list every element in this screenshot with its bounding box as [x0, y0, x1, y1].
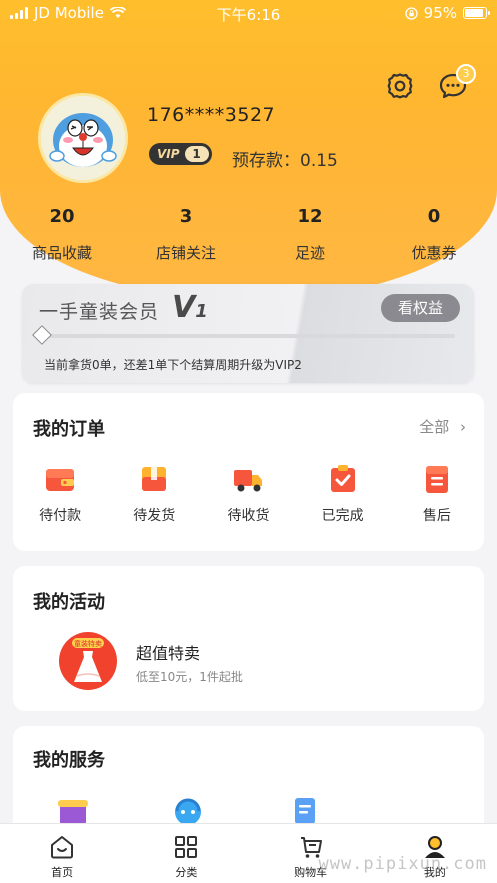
dress-icon: 童装特卖	[72, 638, 104, 682]
deposit-balance: 预存款：0.15	[232, 151, 338, 171]
activity-title[interactable]: 超值特卖	[136, 640, 200, 664]
stat-footprints[interactable]: 12 足迹	[248, 206, 372, 263]
stat-value: 0	[427, 206, 441, 227]
user-stats: 20 商品收藏 3 店铺关注 12 足迹 0 优惠券	[0, 206, 497, 263]
battery-icon	[463, 7, 490, 19]
user-phone: 176****3527	[147, 104, 276, 126]
truck-icon	[234, 470, 263, 492]
package-icon	[142, 467, 167, 491]
category-icon	[175, 836, 198, 858]
order-after-sales[interactable]: 售后	[390, 463, 484, 525]
activity-subtitle: 低至10元，1件起批	[136, 670, 243, 684]
order-pending-receipt[interactable]: 待收货	[201, 463, 295, 525]
order-pending-payment[interactable]: 待付款	[13, 463, 107, 525]
membership-level-number: 1	[195, 301, 208, 322]
order-status-row: 待付款 待发货 待收货 已完成 售后	[13, 463, 484, 525]
order-label: 已完成	[321, 508, 364, 524]
services-title: 我的服务	[33, 750, 105, 771]
chevron-right-icon: ›	[460, 418, 466, 436]
settings-gear-icon[interactable]	[384, 70, 416, 102]
stat-followed-shops[interactable]: 3 店铺关注	[124, 206, 248, 263]
membership-progress-note: 当前拿货0单，还差1单下个结算周期升级为VIP2	[44, 358, 302, 372]
activities-title: 我的活动	[33, 592, 105, 613]
nav-label: 分类	[175, 866, 198, 879]
membership-progress-track	[40, 334, 455, 338]
membership-card[interactable]: 一手童装会员 V1 看权益 当前拿货0单，还差1单下个结算周期升级为VIP2	[22, 284, 474, 383]
order-pending-shipment[interactable]: 待发货	[107, 463, 201, 525]
vip-level-tag: VIP 1	[149, 143, 212, 165]
stat-value: 3	[179, 206, 193, 227]
vip-label: VIP	[157, 147, 180, 161]
order-label: 售后	[422, 508, 451, 524]
status-right: 95%	[405, 4, 490, 22]
special-sale-icon[interactable]: 童装特卖	[59, 632, 117, 690]
membership-title: 一手童装会员	[39, 301, 160, 323]
stat-label: 优惠券	[411, 244, 457, 262]
special-sale-badge-text: 童装特卖	[74, 639, 102, 648]
view-rights-button[interactable]: 看权益	[381, 294, 460, 322]
customer-service-icon[interactable]	[170, 794, 206, 824]
orders-all-link[interactable]: 全部 ›	[419, 416, 466, 437]
watermark: www.pipixun.com	[318, 854, 487, 874]
stat-favorites[interactable]: 20 商品收藏	[0, 206, 124, 263]
nav-category[interactable]: 分类	[124, 824, 248, 883]
membership-level-prefix: V	[172, 290, 196, 325]
nav-home[interactable]: 首页	[0, 824, 124, 883]
nav-label: 首页	[51, 866, 74, 879]
stat-value: 12	[297, 206, 323, 227]
stat-label: 足迹	[294, 244, 325, 262]
message-count-badge: 3	[456, 64, 476, 84]
vip-level-number: 1	[184, 146, 209, 162]
home-icon	[51, 836, 74, 859]
cartoon-cat-avatar-image	[41, 96, 125, 180]
orders-all-label: 全部	[419, 418, 450, 436]
receipt-icon	[425, 466, 448, 493]
order-label: 待付款	[39, 508, 82, 524]
stat-label: 店铺关注	[155, 244, 216, 262]
orders-title: 我的订单	[33, 419, 105, 440]
membership-level: V1	[172, 290, 208, 325]
order-label: 待发货	[133, 508, 176, 524]
orientation-lock-icon	[405, 6, 418, 20]
avatar[interactable]	[38, 93, 128, 183]
wallet-icon	[46, 469, 75, 491]
activities-card: 我的活动 童装特卖 超值特卖 低至10元，1件起批	[13, 566, 484, 711]
order-label: 待收货	[227, 508, 270, 524]
document-service-icon[interactable]	[287, 794, 323, 824]
bottom-nav: 首页 分类 购物车 我的	[0, 823, 497, 883]
store-service-icon[interactable]	[55, 796, 91, 826]
status-bar: JD Mobile 下午6:16 95%	[0, 0, 497, 26]
clipboard-check-icon	[330, 465, 355, 492]
order-completed[interactable]: 已完成	[296, 463, 390, 525]
battery-percent: 95%	[423, 4, 457, 22]
stat-label: 商品收藏	[31, 244, 92, 262]
stat-value: 20	[49, 206, 75, 227]
orders-card: 我的订单 全部 › 待付款 待发货 待收货 已完成 售后	[13, 393, 484, 551]
stat-coupons[interactable]: 0 优惠券	[372, 206, 496, 263]
progress-diamond-icon	[32, 325, 52, 345]
